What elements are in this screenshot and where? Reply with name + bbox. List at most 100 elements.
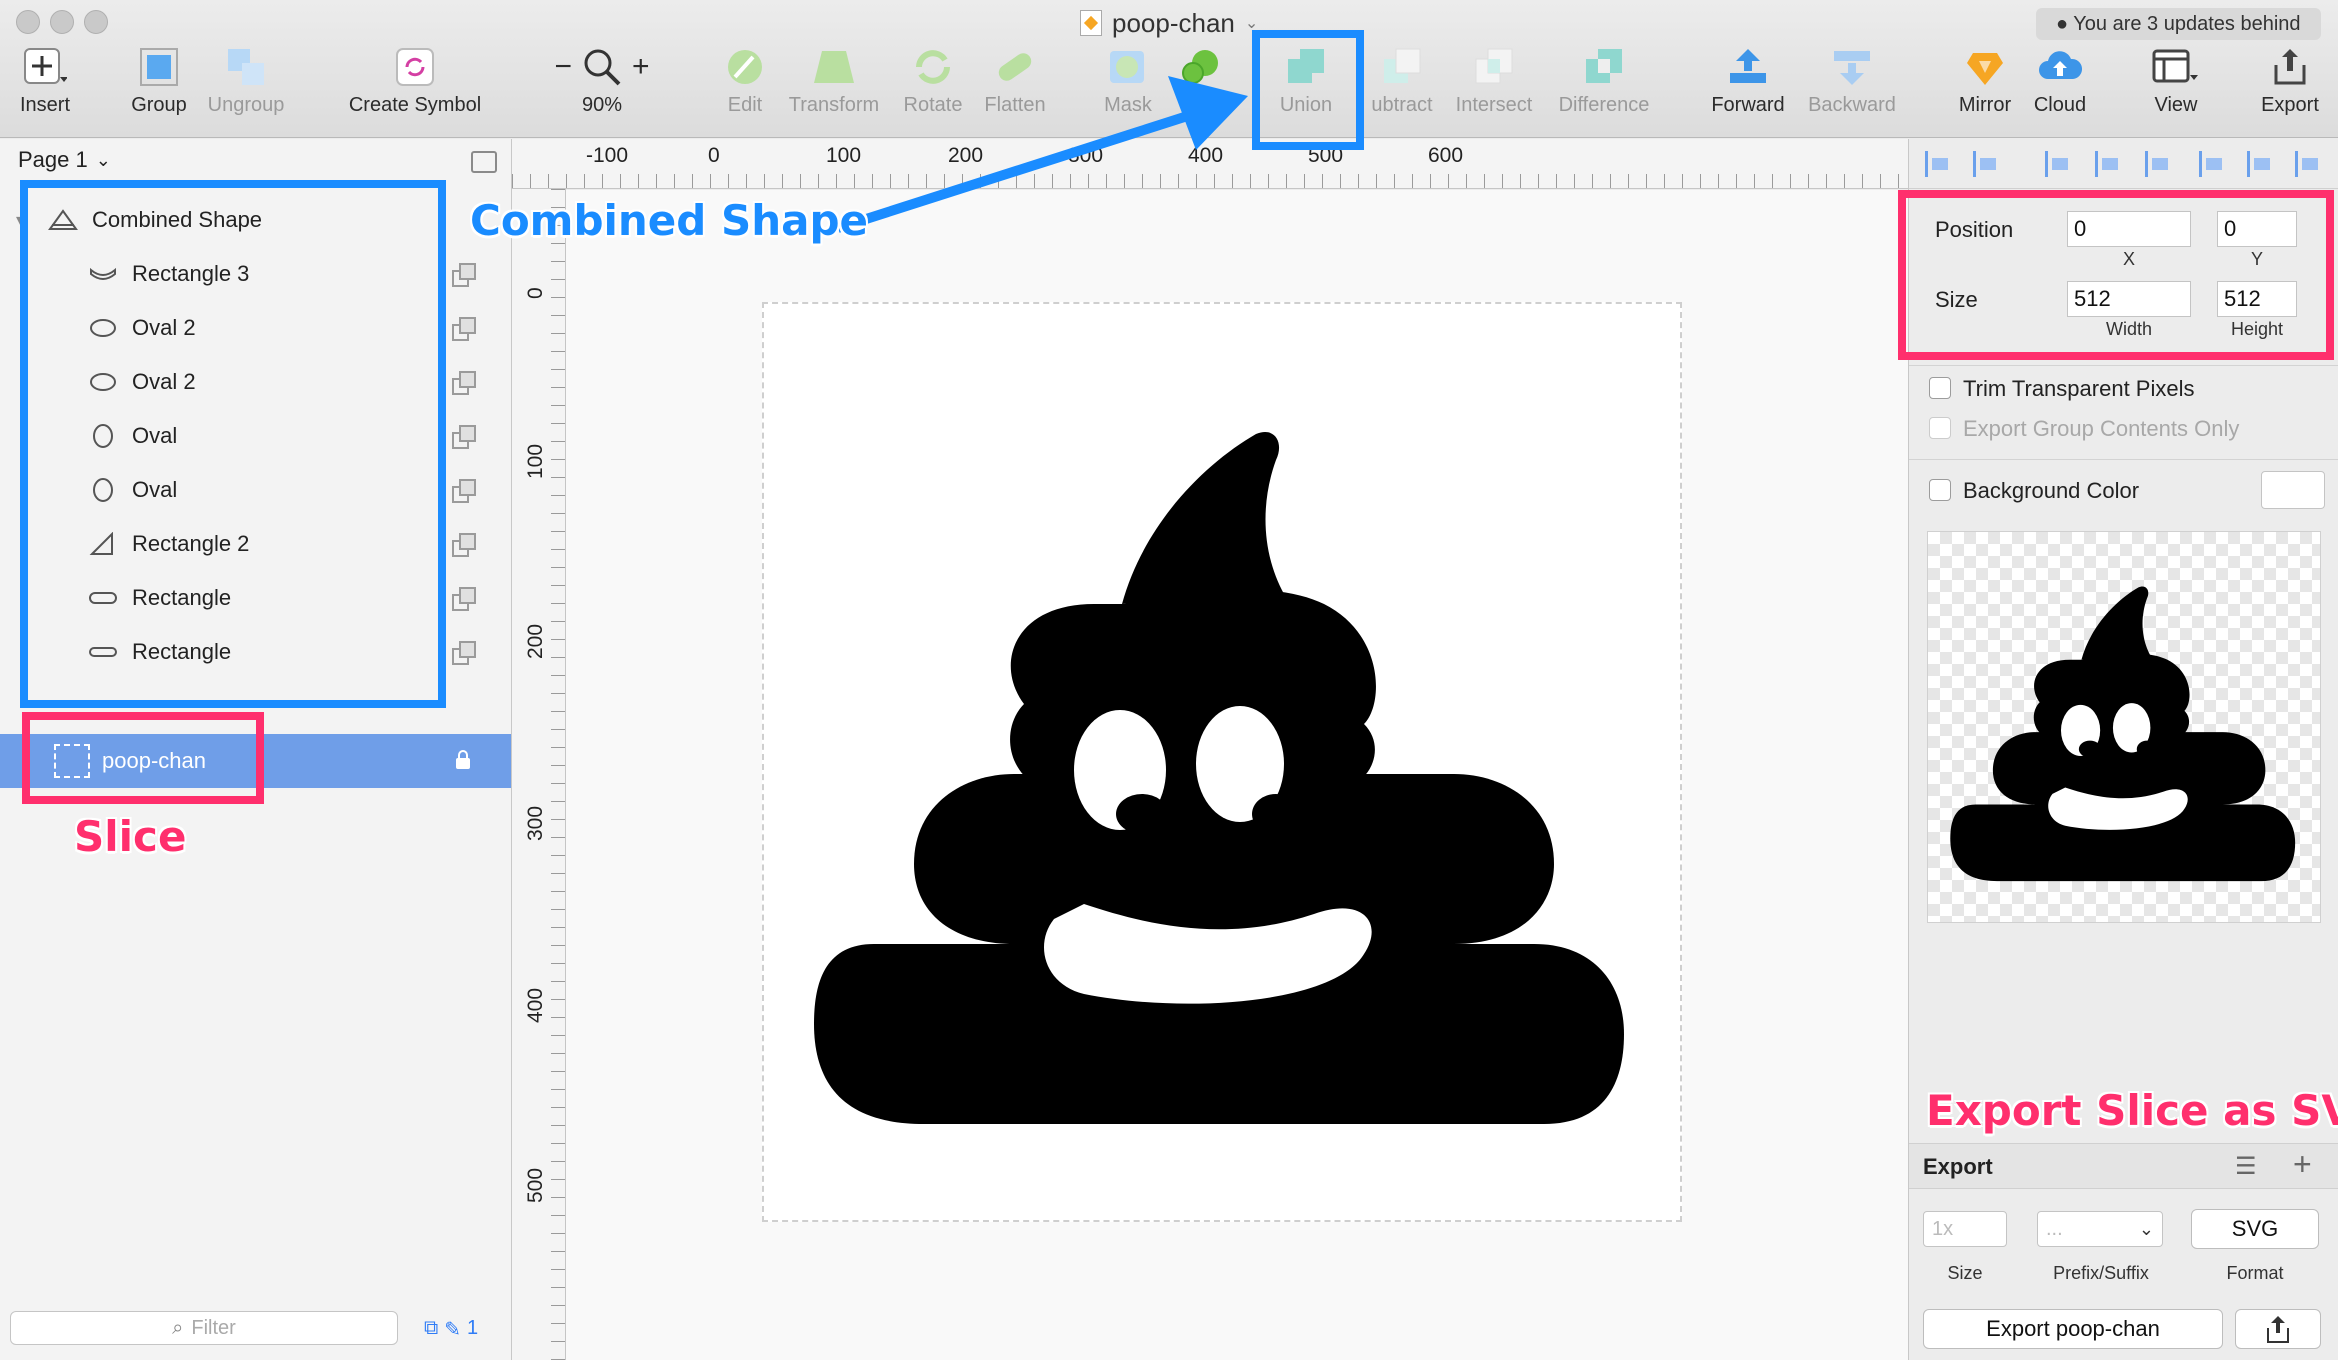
distribute-vertical-icon[interactable] (1973, 151, 1999, 177)
page-list-toggle-icon[interactable] (471, 151, 497, 173)
mirror-icon (1961, 46, 2009, 88)
vertical-ruler[interactable]: 0 100 200 300 400 500 (512, 189, 566, 1360)
cloud-upload-icon (2036, 46, 2084, 88)
export-section-header: Export ☰ + (1909, 1143, 2338, 1189)
minimize-window-button[interactable] (50, 10, 74, 34)
insert-button[interactable]: Insert (10, 46, 80, 130)
zoom-control[interactable]: − + 90% (544, 46, 660, 130)
export-slice-button[interactable]: Export poop-chan (1923, 1309, 2223, 1349)
backward-button[interactable]: Backward (1804, 46, 1900, 130)
background-color-checkbox[interactable] (1929, 479, 1951, 501)
document-title[interactable]: poop-chan ⌄ (1080, 6, 1258, 40)
export-format-select[interactable]: SVG (2191, 1209, 2319, 1249)
background-color-swatch[interactable] (2261, 471, 2325, 509)
align-left-icon[interactable] (2045, 151, 2071, 177)
bring-forward-icon (1724, 46, 1772, 88)
ungroup-button[interactable]: Ungroup (204, 46, 288, 130)
horizontal-ruler[interactable]: -100 0 100 200 300 400 500 600 (512, 139, 1908, 189)
plus-icon (21, 46, 69, 88)
update-notice[interactable]: ● You are 3 updates behind (2036, 8, 2321, 40)
boolean-operation-icon[interactable] (452, 587, 476, 611)
export-prefix-select[interactable]: ... ⌄ (2037, 1211, 2163, 1247)
ruler-label: 300 (524, 805, 547, 841)
scissors-button[interactable] (1176, 46, 1226, 130)
boolean-operation-icon[interactable] (452, 263, 476, 287)
flatten-button[interactable]: Flatten (980, 46, 1050, 130)
ruler-label: 300 (1068, 144, 1104, 167)
edit-icon (721, 46, 769, 88)
poop-emoji-shape[interactable] (764, 304, 1680, 1220)
export-size-input[interactable]: 1x (1923, 1211, 2007, 1247)
boolean-operation-icon[interactable] (452, 533, 476, 557)
create-symbol-button[interactable]: Create Symbol (340, 46, 490, 130)
layer-filter-input[interactable]: ⌕ Filter (10, 1311, 398, 1345)
align-top-icon[interactable] (2199, 151, 2225, 177)
align-bottom-icon[interactable] (2295, 151, 2321, 177)
export-group-contents-label: Export Group Contents Only (1963, 416, 2240, 441)
cloud-button[interactable]: Cloud (2030, 46, 2090, 130)
boolean-operation-icon[interactable] (452, 371, 476, 395)
trim-pixels-label: Trim Transparent Pixels (1963, 376, 2195, 401)
subtract-button[interactable]: ubtract (1360, 46, 1444, 130)
annotation-position-size-box (1898, 190, 2334, 360)
export-settings-icon[interactable]: ☰ (2235, 1152, 2257, 1181)
annotation-union-box (1252, 30, 1364, 150)
lock-icon[interactable] (455, 750, 471, 770)
symbol-icon (391, 46, 439, 88)
ruler-label: 600 (1428, 144, 1464, 167)
share-button[interactable] (2235, 1309, 2321, 1349)
ruler-label: 400 (1188, 144, 1224, 167)
slice-artboard[interactable] (762, 302, 1682, 1222)
boolean-operation-icon[interactable] (452, 317, 476, 341)
trim-pixels-checkbox[interactable] (1929, 377, 1951, 399)
magnifier-icon (584, 49, 621, 86)
export-button[interactable]: Export (2254, 46, 2326, 130)
difference-icon (1580, 46, 1628, 88)
export-group-contents-checkbox[interactable] (1929, 417, 1951, 439)
zoom-out-icon[interactable]: − (554, 50, 572, 84)
background-color-label: Background Color (1963, 478, 2140, 503)
mirror-button[interactable]: Mirror (1952, 46, 2018, 130)
boolean-operation-icon[interactable] (452, 641, 476, 665)
align-middle-icon[interactable] (2247, 151, 2273, 177)
zoom-window-button[interactable] (84, 10, 108, 34)
ruler-label: 100 (826, 144, 862, 167)
difference-button[interactable]: Difference (1552, 46, 1656, 130)
boolean-operation-icon[interactable] (452, 425, 476, 449)
ruler-label: 200 (948, 144, 984, 167)
annotation-slice-box (22, 712, 264, 804)
ruler-label: 200 (524, 623, 547, 659)
align-center-icon[interactable] (2095, 151, 2121, 177)
share-icon (2267, 1316, 2289, 1343)
alignment-toolbar (1909, 139, 2338, 189)
transform-icon (810, 46, 858, 88)
mask-button[interactable]: Mask (1100, 46, 1156, 130)
rotate-button[interactable]: Rotate (900, 46, 966, 130)
edit-slice-icon[interactable]: ✎ (444, 1317, 461, 1342)
slice-preview (1927, 531, 2321, 923)
align-right-icon[interactable] (2145, 151, 2171, 177)
layer-filter-tools[interactable]: ⧉ ✎ 1 (424, 1317, 478, 1342)
send-backward-icon (1828, 46, 1876, 88)
rotate-icon (909, 46, 957, 88)
ungroup-icon (222, 46, 270, 88)
mask-icon (1104, 46, 1152, 88)
page-selector[interactable]: Page 1 ⌄ (18, 147, 111, 173)
distribute-horizontal-icon[interactable] (1925, 151, 1951, 177)
intersect-button[interactable]: Intersect (1452, 46, 1536, 130)
zoom-in-icon[interactable]: + (632, 50, 650, 84)
forward-button[interactable]: Forward (1708, 46, 1788, 130)
window-toolbar: poop-chan ⌄ ● You are 3 updates behind I… (0, 0, 2338, 138)
group-button[interactable]: Group (124, 46, 194, 130)
group-icon (135, 46, 183, 88)
export-title: Export (1923, 1154, 1993, 1179)
add-export-icon[interactable]: + (2293, 1146, 2312, 1183)
view-button[interactable]: View (2146, 46, 2206, 130)
ruler-label: 0 (708, 144, 720, 167)
edit-button[interactable]: Edit (718, 46, 772, 130)
boolean-operation-icon[interactable] (452, 479, 476, 503)
duplicate-pages-icon[interactable]: ⧉ (424, 1317, 438, 1342)
close-window-button[interactable] (16, 10, 40, 34)
transform-button[interactable]: Transform (784, 46, 884, 130)
chevron-down-icon: ⌄ (95, 149, 111, 170)
